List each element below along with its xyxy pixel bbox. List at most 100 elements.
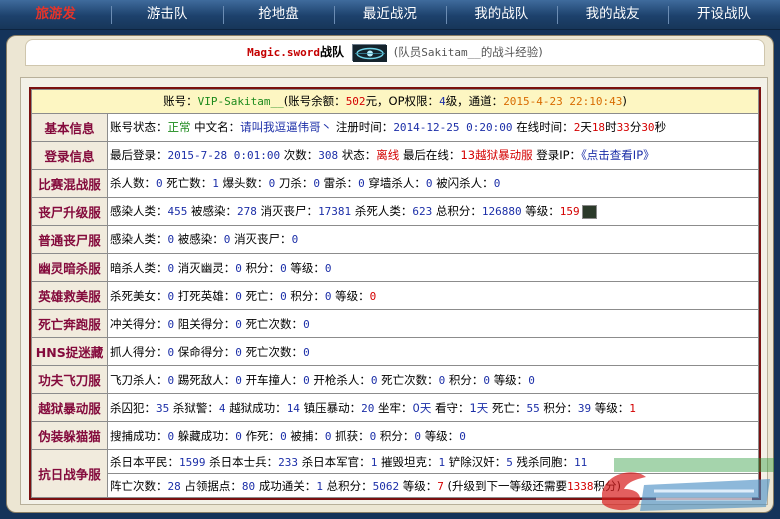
nav-item-territory[interactable]: 抢地盘 bbox=[222, 0, 334, 30]
stat-value: 0 bbox=[291, 233, 299, 247]
stat-label: 积分： bbox=[290, 288, 325, 303]
stat-label: 飞刀杀人： bbox=[110, 372, 168, 387]
stat-label: 冲关得分： bbox=[110, 316, 168, 331]
category-label: 越狱暴动服 bbox=[31, 393, 108, 423]
stat-value: 278 bbox=[237, 205, 257, 219]
stat-label: 保命得分： bbox=[177, 344, 236, 359]
nav-item-home[interactable]: 旅游发 bbox=[0, 0, 111, 30]
category-label: 英雄救美服 bbox=[31, 281, 108, 311]
stat-value: 0 bbox=[303, 317, 310, 331]
stat-label: 躲藏成功： bbox=[177, 428, 236, 443]
stat-value: 623 bbox=[412, 205, 433, 219]
stat-value: 55 bbox=[526, 401, 540, 415]
stat-value: 5 bbox=[506, 455, 513, 469]
stats-card: 账号：VIP-Sakitam__(账号余额：502元，OP权限：4级，通道：20… bbox=[20, 77, 768, 505]
login-info-values: 最后登录：2015-7-28 0:01:00 次数：308 状态：离线 最后在线… bbox=[107, 140, 759, 170]
nav-item-guerrilla[interactable]: 游击队 bbox=[111, 0, 222, 30]
stat-label: 抓人得分： bbox=[110, 344, 168, 359]
team-name[interactable]: Magic.sword bbox=[247, 46, 320, 59]
stat-label: 杀日本军官： bbox=[301, 454, 371, 469]
stat-value: 0 bbox=[280, 289, 287, 303]
stat-label: 阻关得分： bbox=[177, 316, 236, 331]
stat-label: 残杀同胞： bbox=[516, 454, 575, 469]
hide-values: 搜捕成功：0 躲藏成功：0 作死：0 被捕：0 抓获：0 积分：0 等级：0 bbox=[107, 421, 759, 451]
stat-label: 穿墙杀人： bbox=[368, 176, 426, 191]
stat-value: 20 bbox=[361, 401, 375, 415]
stat-value: 0 bbox=[414, 429, 422, 443]
stat-label: 阵亡次数： bbox=[110, 478, 168, 493]
online-state: 离线 bbox=[376, 148, 400, 163]
battle-values: 杀人数：0 死亡数：1 爆头数：0 刀杀：0 雷杀：0 穿墙杀人：0 被闪杀人：… bbox=[107, 168, 759, 198]
stat-label: 杀囚犯： bbox=[110, 400, 156, 415]
stat-label: 杀死美女： bbox=[110, 288, 168, 303]
stat-label: 消灭丧尸： bbox=[260, 204, 319, 219]
stat-label: 被捕： bbox=[290, 428, 325, 443]
stat-label: 成功通关： bbox=[258, 478, 317, 493]
stat-value: 35 bbox=[156, 401, 170, 415]
stat-value: 11 bbox=[574, 455, 588, 469]
stat-label: 暗杀人类： bbox=[110, 260, 168, 275]
account-row: 账号：VIP-Sakitam__(账号余额：502元，OP权限：4级，通道：20… bbox=[31, 89, 759, 114]
table-row: HNS捉迷藏 抓人得分：0 保命得分：0 死亡次数：0 bbox=[31, 337, 759, 367]
stat-label: 死亡次数： bbox=[381, 372, 439, 387]
stat-value: 0 bbox=[303, 345, 310, 359]
stat-label: 占领据点： bbox=[184, 478, 242, 493]
stat-value: 0 bbox=[235, 345, 242, 359]
nav-item-recent-battles[interactable]: 最近战况 bbox=[334, 0, 445, 30]
stat-label: 积分： bbox=[543, 400, 578, 415]
hero-values: 杀死美女：0 打死英雄：0 死亡：0 积分：0 等级：0 bbox=[107, 281, 759, 311]
table-row-basic: 基本信息 账号状态：正常 中文名：请叫我逗逼伟哥丶 注册时间：2014-12-2… bbox=[31, 112, 759, 142]
stat-label: 感染人类： bbox=[110, 232, 168, 247]
stat-label: 越狱成功： bbox=[229, 400, 287, 415]
stat-value: 0 bbox=[483, 373, 491, 387]
stat-label: 积分： bbox=[379, 428, 415, 443]
stat-label: 镇压暴动： bbox=[303, 400, 362, 415]
stats-table-frame: 账号：VIP-Sakitam__(账号余额：502元，OP权限：4级，通道：20… bbox=[29, 87, 761, 500]
account-id: VIP-Sakitam__ bbox=[197, 95, 284, 109]
stat-label: 死亡次数： bbox=[245, 316, 304, 331]
table-row: 普通丧尸服 感染人类：0 被感染：0 消灭丧尸：0 bbox=[31, 224, 759, 254]
zombie2-values: 感染人类：0 被感染：0 消灭丧尸：0 bbox=[107, 224, 759, 254]
stat-value: 0 bbox=[156, 177, 163, 191]
stat-value: 4 bbox=[218, 401, 226, 415]
stat-label: 死亡数： bbox=[166, 176, 213, 191]
rank-icon bbox=[581, 204, 597, 219]
ghost-values: 暗杀人类：0 消灭幽灵：0 积分：0 等级：0 bbox=[107, 252, 759, 283]
top-nav: 旅游发 游击队 抢地盘 最近战况 我的战队 我的战友 开设战队 bbox=[0, 0, 780, 30]
stat-value: 0 bbox=[493, 177, 501, 191]
stat-label: 被感染： bbox=[191, 204, 238, 219]
account-balance: 502 bbox=[345, 95, 366, 109]
stat-label: 杀狱警： bbox=[172, 400, 219, 415]
stat-label: 总积分： bbox=[326, 478, 373, 493]
stat-label: 抓获： bbox=[335, 428, 370, 443]
category-label: HNS捉迷藏 bbox=[31, 337, 108, 367]
stat-value: 0 bbox=[280, 261, 287, 275]
stat-value: 1 bbox=[370, 455, 378, 469]
stat-value: 0 bbox=[528, 373, 535, 387]
stat-value: 126880 bbox=[481, 205, 522, 219]
table-row: 丧尸升级服 感染人类：455 被感染：278 消灭丧尸：17381 杀死人类：6… bbox=[31, 196, 759, 226]
nav-item-my-teammates[interactable]: 我的战友 bbox=[556, 0, 668, 30]
view-ip-link[interactable]: 《点击查看IP》 bbox=[581, 148, 655, 162]
stat-label: 总积分： bbox=[435, 204, 482, 219]
stat-label: 刀杀： bbox=[278, 176, 314, 191]
stat-label: 被感染： bbox=[177, 232, 224, 247]
stat-label: 感染人类： bbox=[110, 204, 168, 219]
table-row: 英雄救美服 杀死美女：0 打死英雄：0 死亡：0 积分：0 等级：0 bbox=[31, 281, 759, 311]
stat-value: 28 bbox=[167, 479, 181, 493]
nav-item-create-team[interactable]: 开设战队 bbox=[668, 0, 779, 30]
stat-label: 爆头数： bbox=[222, 176, 269, 191]
basic-info-values: 账号状态：正常 中文名：请叫我逗逼伟哥丶 注册时间：2014-12-25 0:2… bbox=[107, 112, 759, 142]
stat-label: 死亡次数： bbox=[245, 344, 304, 359]
stat-label: 杀日本士兵： bbox=[209, 454, 279, 469]
stat-value: 1599 bbox=[179, 455, 206, 469]
category-label: 功夫飞刀服 bbox=[31, 365, 108, 395]
table-row: 比赛混战服 杀人数：0 死亡数：1 爆头数：0 刀杀：0 雷杀：0 穿墙杀人：0… bbox=[31, 168, 759, 198]
member-name: Sakitam__ bbox=[421, 46, 481, 59]
stat-label: 打死英雄： bbox=[177, 288, 236, 303]
stat-label: 积分： bbox=[245, 260, 281, 275]
nav-item-my-team[interactable]: 我的战队 bbox=[445, 0, 557, 30]
team-note: (队员Sakitam__的战斗经验) bbox=[393, 45, 543, 59]
table-row: 死亡奔跑服 冲关得分：0 阻关得分：0 死亡次数：0 bbox=[31, 309, 759, 339]
stat-label: 杀人数： bbox=[110, 176, 156, 191]
